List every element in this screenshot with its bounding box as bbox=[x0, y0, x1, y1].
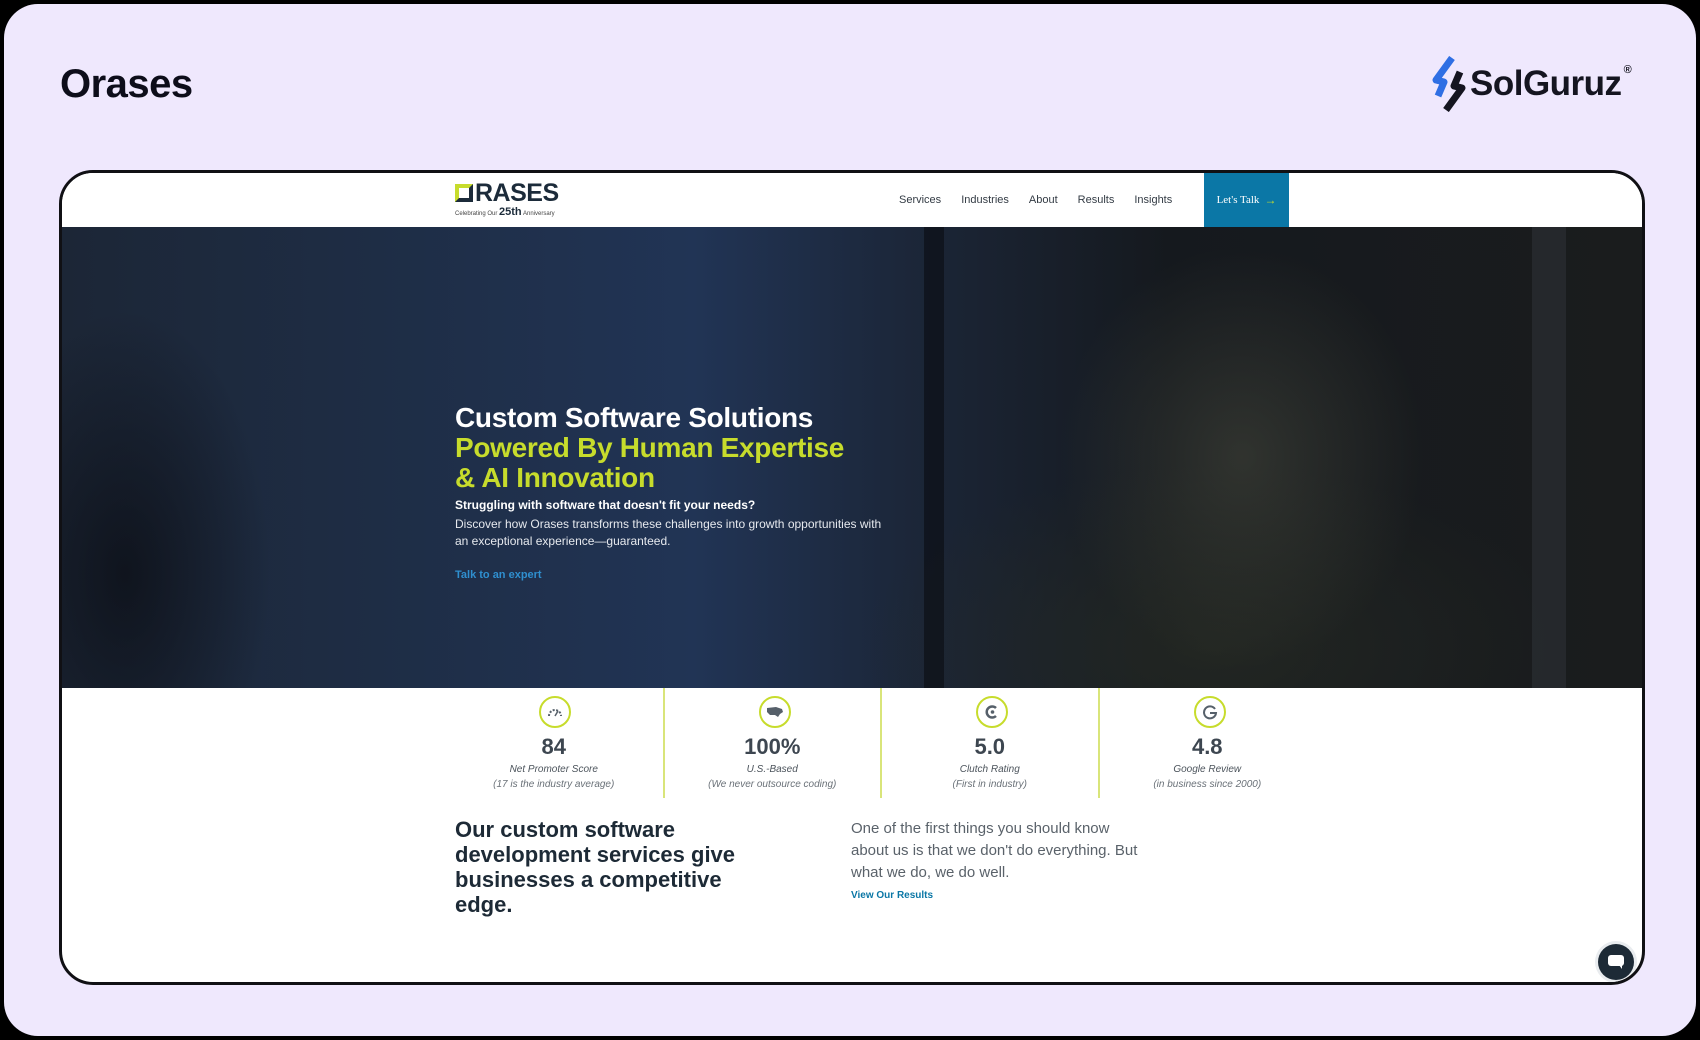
stat-label: U.S.-Based bbox=[746, 764, 798, 775]
solguruz-logo: SolGuruz ® bbox=[1430, 56, 1632, 112]
hero-body: Discover how Orases transforms these cha… bbox=[455, 517, 882, 548]
stat-nps: 84 Net Promoter Score (17 is the industr… bbox=[445, 688, 663, 798]
cta-label: Let's Talk bbox=[1216, 194, 1260, 206]
page-title: Orases bbox=[60, 62, 193, 106]
stat-value: 4.8 bbox=[1191, 734, 1223, 759]
chat-widget-button[interactable] bbox=[1598, 944, 1634, 980]
gauge-icon bbox=[539, 696, 571, 728]
hero-section: Custom Software Solutions Powered By Hum… bbox=[62, 227, 1642, 688]
nav-insights[interactable]: Insights bbox=[1134, 194, 1172, 206]
stat-note: (We never outsource coding) bbox=[708, 779, 837, 790]
stat-note: (First in industry) bbox=[952, 779, 1027, 790]
services-text: One of the first things you should know … bbox=[851, 820, 1138, 881]
nav-about[interactable]: About bbox=[1029, 194, 1058, 206]
stat-google: 4.8 Google Review (in business since 200… bbox=[1097, 688, 1316, 798]
stat-value: 100% bbox=[744, 734, 801, 759]
stat-us-based: 100% U.S.-Based (We never outsource codi… bbox=[662, 688, 881, 798]
google-icon bbox=[1193, 696, 1226, 728]
logo-o-icon bbox=[455, 184, 473, 202]
stat-value: 5.0 bbox=[974, 734, 1006, 759]
hero-heading: Custom Software Solutions Powered By Hum… bbox=[455, 402, 844, 493]
website-screenshot: RASES Celebrating Our 25th Anniversary S… bbox=[59, 170, 1645, 985]
logo-word: RASES bbox=[475, 179, 559, 207]
arrow-right-icon: → bbox=[1264, 192, 1277, 207]
stat-label: Clutch Rating bbox=[959, 764, 1020, 775]
services-heading: Our custom software development services… bbox=[455, 817, 736, 917]
usa-map-icon bbox=[758, 696, 791, 728]
clutch-icon bbox=[976, 696, 1008, 728]
hero-subheading: Struggling with software that doesn't fi… bbox=[455, 498, 756, 512]
talk-to-expert-link[interactable]: Talk to an expert bbox=[455, 569, 542, 581]
logo-tagline: Celebrating Our 25th Anniversary bbox=[455, 206, 555, 218]
brand-name: SolGuruz bbox=[1470, 64, 1622, 103]
stat-note: (17 is the industry average) bbox=[493, 779, 615, 790]
solguruz-mark-icon bbox=[1432, 56, 1466, 112]
nav-industries[interactable]: Industries bbox=[961, 194, 1009, 206]
registered-mark: ® bbox=[1623, 64, 1632, 76]
site-navbar: RASES Celebrating Our 25th Anniversary S… bbox=[62, 173, 1642, 227]
lets-talk-button[interactable]: Let's Talk → bbox=[1204, 173, 1289, 227]
view-results-link[interactable]: View Our Results bbox=[851, 890, 933, 901]
nav-links: Services Industries About Results Insigh… bbox=[899, 173, 1172, 227]
stat-clutch: 5.0 Clutch Rating (First in industry) bbox=[880, 688, 1098, 798]
stat-value: 84 bbox=[541, 734, 566, 759]
nav-services[interactable]: Services bbox=[899, 194, 941, 206]
orases-logo[interactable]: RASES Celebrating Our 25th Anniversary bbox=[455, 181, 575, 218]
chat-icon bbox=[1608, 955, 1624, 969]
presentation-frame: Orases SolGuruz ® RASES Celebrating Our … bbox=[4, 4, 1696, 1036]
stat-label: Net Promoter Score bbox=[509, 764, 598, 775]
nav-results[interactable]: Results bbox=[1078, 194, 1115, 206]
stats-row: 84 Net Promoter Score (17 is the industr… bbox=[445, 688, 1315, 798]
stat-label: Google Review bbox=[1173, 764, 1242, 775]
stat-note: (in business since 2000) bbox=[1153, 779, 1262, 790]
